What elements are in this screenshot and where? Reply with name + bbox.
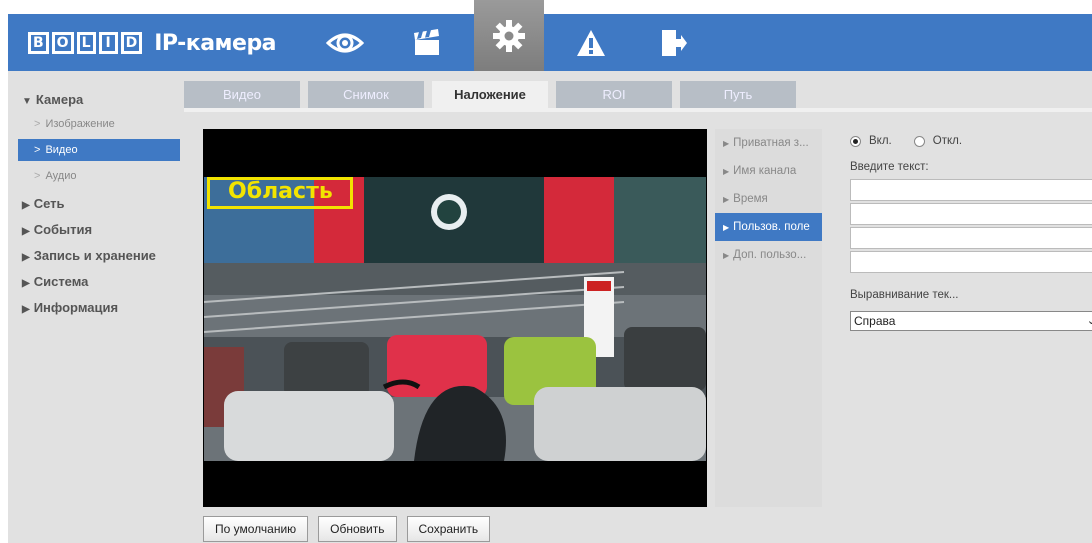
custom-field-settings: Вкл. Откл. Введите текст: Выравнивание т… <box>850 129 1092 331</box>
radio-on[interactable] <box>850 135 861 147</box>
sidebar-group-label: Запись и хранение <box>33 248 156 263</box>
caret-right-icon: ▶ <box>22 278 30 289</box>
text-align-select[interactable]: Справа ⌄ <box>850 311 1092 331</box>
radio-off-label: Откл. <box>932 135 963 147</box>
sidebar-group-info[interactable]: ▶ Информация <box>8 295 180 321</box>
sidebar-group-events[interactable]: ▶ События <box>8 217 180 243</box>
logo-letter: I <box>98 32 118 54</box>
sidebar-group-network[interactable]: ▶ Сеть <box>8 191 180 217</box>
sidebar-item-audio[interactable]: > Аудио <box>8 165 180 191</box>
sidebar-group-camera[interactable]: ▼ Камера <box>8 87 180 113</box>
caret-right-icon: ▶ <box>22 226 30 237</box>
text-line-4[interactable] <box>850 251 1092 273</box>
overlay-item-privacy[interactable]: ▶ Приватная з... <box>715 129 822 157</box>
text-prompt-label: Введите текст: <box>850 161 929 173</box>
save-button[interactable]: Сохранить <box>406 516 491 542</box>
tab-video[interactable]: Видео <box>184 81 300 108</box>
sidebar-item-label: Видео <box>45 144 78 156</box>
overlay-item-label: Доп. пользо... <box>733 249 807 261</box>
action-buttons: По умолчанию Обновить Сохранить <box>203 516 491 542</box>
sidebar-group-label: Камера <box>35 92 84 107</box>
triangle-right-icon: ▶ <box>723 167 730 176</box>
sidebar-group-label: Информация <box>33 300 119 315</box>
tab-bar: Видео Снимок Наложение ROI Путь <box>184 81 796 108</box>
overlay-item-extra-custom[interactable]: ▶ Доп. пользо... <box>715 241 822 269</box>
radio-on-label: Вкл. <box>869 135 892 147</box>
caret-right-icon: ▶ <box>22 252 30 263</box>
overlay-item-label: Приватная з... <box>733 137 809 149</box>
logo-letter: D <box>120 32 143 54</box>
sidebar-item-label: Изображение <box>45 118 115 130</box>
tab-path[interactable]: Путь <box>680 81 796 108</box>
text-line-1[interactable] <box>850 179 1092 201</box>
text-align-label: Выравнивание тек... <box>850 289 959 301</box>
sidebar-item-image[interactable]: > Изображение <box>8 113 180 139</box>
header-banner: B O L I D IP-камера <box>8 0 1092 71</box>
chevron-right-icon: > <box>34 118 41 130</box>
logo: B O L I D IP-камера <box>28 29 277 57</box>
triangle-right-icon: ▶ <box>723 251 730 260</box>
caret-right-icon: ▶ <box>22 304 30 315</box>
top-bar: B O L I D IP-камера <box>0 0 1092 71</box>
video-preview[interactable]: Область <box>203 129 707 507</box>
playback-clapper-icon[interactable] <box>392 14 462 71</box>
triangle-right-icon: ▶ <box>723 139 730 148</box>
alarm-warning-icon[interactable] <box>556 14 626 71</box>
logo-letter: L <box>76 32 96 54</box>
overlay-item-time[interactable]: ▶ Время <box>715 185 822 213</box>
chevron-down-icon: ⌄ <box>1086 315 1092 327</box>
enable-radio-group: Вкл. Откл. <box>850 129 1092 153</box>
sidebar-group-system[interactable]: ▶ Система <box>8 269 180 295</box>
overlay-type-list: ▶ Приватная з... ▶ Имя канала ▶ Время ▶ Поль… <box>715 129 822 507</box>
main-nav <box>310 0 720 71</box>
sidebar-item-video[interactable]: > Видео <box>18 139 180 161</box>
default-button[interactable]: По умолчанию <box>203 516 309 542</box>
sidebar-group-storage[interactable]: ▶ Запись и хранение <box>8 243 180 269</box>
overlay-item-label: Пользов. поле <box>733 221 810 233</box>
refresh-button[interactable]: Обновить <box>318 516 397 542</box>
overlay-item-custom-field[interactable]: ▶ Пользов. поле <box>715 213 822 241</box>
sidebar-group-label: Сеть <box>33 196 65 211</box>
text-line-3[interactable] <box>850 227 1092 249</box>
tab-roi[interactable]: ROI <box>556 81 672 108</box>
overlay-item-label: Время <box>733 193 768 205</box>
caret-right-icon: ▶ <box>22 200 30 211</box>
radio-off[interactable] <box>913 135 925 147</box>
app-title: IP-камера <box>154 30 277 56</box>
text-line-2[interactable] <box>850 203 1092 225</box>
sidebar-group-label: Система <box>33 274 89 289</box>
sidebar: ▼ Камера > Изображение > Видео > Аудио ▶ Сеть… <box>8 71 180 543</box>
camera-scene-image <box>204 177 706 461</box>
content-panel: Видео Снимок Наложение ROI Путь Область … <box>180 71 1092 543</box>
logo-letter: B <box>28 32 49 54</box>
overlay-item-channel-name[interactable]: ▶ Имя канала <box>715 157 822 185</box>
chevron-right-icon: > <box>34 144 41 156</box>
logout-door-icon[interactable] <box>638 14 708 71</box>
live-view-eye-icon[interactable] <box>310 14 380 71</box>
sidebar-item-label: Аудио <box>45 170 77 182</box>
tab-snapshot[interactable]: Снимок <box>308 81 424 108</box>
overlay-item-label: Имя канала <box>733 165 797 177</box>
triangle-right-icon: ▶ <box>723 223 730 232</box>
sidebar-group-label: События <box>33 222 93 237</box>
text-align-value: Справа <box>854 314 896 328</box>
triangle-right-icon: ▶ <box>723 195 730 204</box>
chevron-right-icon: > <box>34 170 41 182</box>
tab-overlay[interactable]: Наложение <box>432 81 548 108</box>
bolid-logo: B O L I D <box>28 32 143 54</box>
caret-down-icon: ▼ <box>22 96 32 107</box>
osd-text-region[interactable]: Область <box>207 177 353 209</box>
logo-letter: O <box>51 32 74 54</box>
tab-underline <box>184 108 1092 112</box>
settings-gear-icon[interactable] <box>474 0 544 71</box>
